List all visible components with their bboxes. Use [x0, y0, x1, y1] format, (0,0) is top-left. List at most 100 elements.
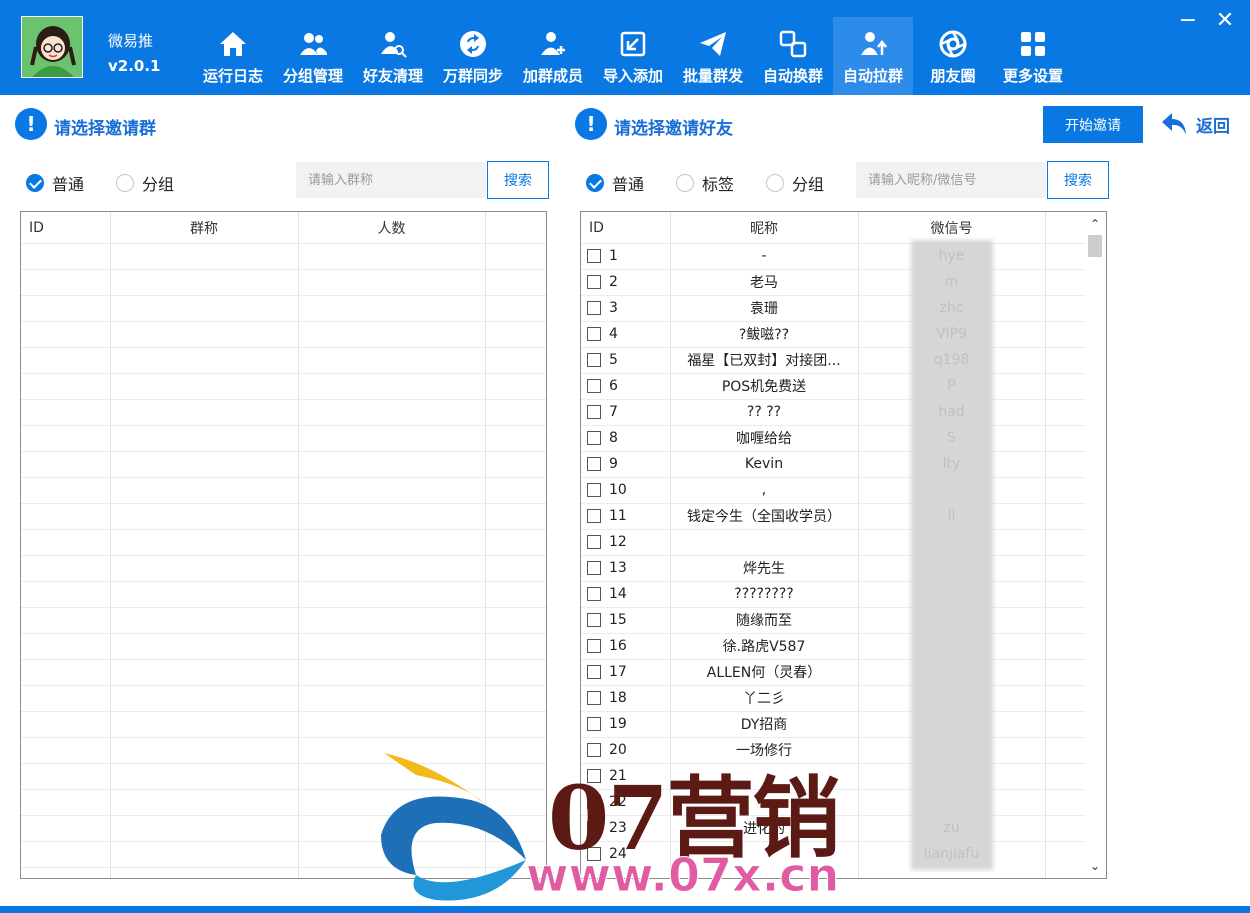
column-header-group-name[interactable]: 群称: [110, 212, 298, 243]
row-nickname: 钱定今生（全国收学员）: [687, 509, 841, 525]
row-checkbox[interactable]: [587, 561, 601, 575]
left-radio-normal[interactable]: 普通: [26, 171, 84, 195]
table-row[interactable]: 7?? ??had: [581, 399, 1106, 425]
nav-moments[interactable]: 朋友圈: [913, 17, 993, 95]
right-radio-normal[interactable]: 普通: [586, 171, 644, 195]
nav-auto-pull-group[interactable]: 自动拉群: [833, 17, 913, 95]
scroll-up-icon[interactable]: ⌃: [1085, 215, 1105, 233]
row-checkbox[interactable]: [587, 327, 601, 341]
app-name: 微易推: [108, 32, 154, 50]
scroll-thumb[interactable]: [1088, 235, 1102, 257]
row-id-cell: 11: [581, 503, 670, 529]
nav-add-group-members[interactable]: 加群成员: [513, 17, 593, 95]
table-row[interactable]: 6POS机免费送P: [581, 373, 1106, 399]
back-button[interactable]: 返回: [1160, 110, 1230, 138]
row-checkbox[interactable]: [587, 535, 601, 549]
friend-table-scrollbar[interactable]: ⌃ ⌄: [1085, 213, 1105, 877]
friend-search-input[interactable]: [856, 162, 1046, 198]
row-id: 2: [609, 274, 618, 290]
table-row[interactable]: 10,: [581, 477, 1106, 503]
radio-checked-icon: [26, 174, 44, 192]
row-checkbox[interactable]: [587, 587, 601, 601]
column-header-wechat-id[interactable]: 微信号: [858, 212, 1045, 243]
table-row[interactable]: 1-hye: [581, 243, 1106, 269]
grid-icon: [1021, 32, 1045, 56]
row-id-cell: 7: [581, 399, 670, 425]
row-id-cell: 2: [581, 269, 670, 295]
row-id: 1: [609, 248, 618, 264]
row-checkbox[interactable]: [587, 483, 601, 497]
row-checkbox[interactable]: [587, 717, 601, 731]
left-radio-group[interactable]: 分组: [116, 171, 174, 195]
row-nickname: ?鲅嗞??: [738, 327, 790, 343]
nav-friend-clean[interactable]: 好友清理: [353, 17, 433, 95]
row-checkbox[interactable]: [587, 353, 601, 367]
scroll-down-icon[interactable]: ⌄: [1085, 857, 1105, 875]
row-checkbox[interactable]: [587, 275, 601, 289]
nav-group-sync[interactable]: 万群同步: [433, 17, 513, 95]
column-header-member-count[interactable]: 人数: [298, 212, 485, 243]
right-radio-tag[interactable]: 标签: [676, 171, 734, 195]
table-row[interactable]: 2老马m: [581, 269, 1106, 295]
row-id-cell: 13: [581, 555, 670, 581]
row-nickname: 随缘而至: [736, 613, 792, 629]
row-checkbox[interactable]: [587, 639, 601, 653]
nav-bulk-send[interactable]: 批量群发: [673, 17, 753, 95]
row-checkbox[interactable]: [587, 431, 601, 445]
row-checkbox[interactable]: [587, 691, 601, 705]
table-row[interactable]: 4?鲅嗞??VIP9: [581, 321, 1106, 347]
row-id-cell: 17: [581, 659, 670, 685]
table-row[interactable]: 15 随缘而至: [581, 607, 1106, 633]
nav-import-add[interactable]: 导入添加: [593, 17, 673, 95]
row-checkbox[interactable]: [587, 405, 601, 419]
right-radio-group[interactable]: 分组: [766, 171, 824, 195]
row-checkbox[interactable]: [587, 613, 601, 627]
column-header-id[interactable]: ID: [21, 212, 110, 243]
radio-checked-icon: [586, 174, 604, 192]
nav-run-log[interactable]: 运行日志: [193, 17, 273, 95]
nav-group-manage[interactable]: 分组管理: [273, 17, 353, 95]
info-icon: !: [575, 108, 607, 140]
close-button[interactable]: ✕: [1212, 8, 1238, 33]
right-section-title: 请选择邀请好友: [614, 119, 733, 139]
send-icon: [700, 32, 726, 56]
row-checkbox[interactable]: [587, 665, 601, 679]
table-row[interactable]: 16 徐.路虎V587: [581, 633, 1106, 659]
row-id: 3: [609, 300, 618, 316]
row-id: 6: [609, 378, 618, 394]
table-row[interactable]: 9Kevinlty: [581, 451, 1106, 477]
table-row[interactable]: 12: [581, 529, 1106, 555]
nav-more-settings[interactable]: 更多设置: [993, 17, 1073, 95]
table-row[interactable]: 19 DY招商: [581, 711, 1106, 737]
table-row[interactable]: 18 丫二彡: [581, 685, 1106, 711]
start-invite-button[interactable]: 开始邀请: [1043, 106, 1143, 143]
row-nickname: ALLEN何（灵春）: [706, 665, 822, 681]
column-header-id[interactable]: ID: [581, 212, 670, 243]
table-row[interactable]: 14????????: [581, 581, 1106, 607]
table-row[interactable]: 8咖喱给给S: [581, 425, 1106, 451]
row-checkbox[interactable]: [587, 301, 601, 315]
minimize-button[interactable]: −: [1175, 8, 1201, 33]
table-row[interactable]: 11钱定今生（全国收学员）ll: [581, 503, 1106, 529]
row-id-cell: 18: [581, 685, 670, 711]
app-version: v2.0.1: [108, 57, 161, 75]
radio-unchecked-icon: [676, 174, 694, 192]
title-bar: 微易推 v2.0.1 运行日志 分组管理 好友清理 万群同步 加群成员 导入添加…: [0, 0, 1250, 95]
group-search-button[interactable]: 搜索: [487, 161, 549, 199]
group-search-input[interactable]: [296, 162, 486, 198]
friend-search-button[interactable]: 搜索: [1047, 161, 1109, 199]
row-id-cell: 6: [581, 373, 670, 399]
row-id-cell: 5: [581, 347, 670, 373]
column-header-nickname[interactable]: 昵称: [670, 212, 858, 243]
table-row[interactable]: 13 烨先生: [581, 555, 1106, 581]
row-checkbox[interactable]: [587, 457, 601, 471]
row-checkbox[interactable]: [587, 509, 601, 523]
row-checkbox[interactable]: [587, 379, 601, 393]
row-id-cell: 10: [581, 477, 670, 503]
nav-auto-swap-group[interactable]: 自动换群: [753, 17, 833, 95]
table-row[interactable]: 3袁珊zhc: [581, 295, 1106, 321]
table-row[interactable]: 17 ALLEN何（灵春）: [581, 659, 1106, 685]
left-section-title: 请选择邀请群: [54, 119, 156, 139]
row-checkbox[interactable]: [587, 249, 601, 263]
table-row[interactable]: 5福星【已双封】对接团...q198: [581, 347, 1106, 373]
